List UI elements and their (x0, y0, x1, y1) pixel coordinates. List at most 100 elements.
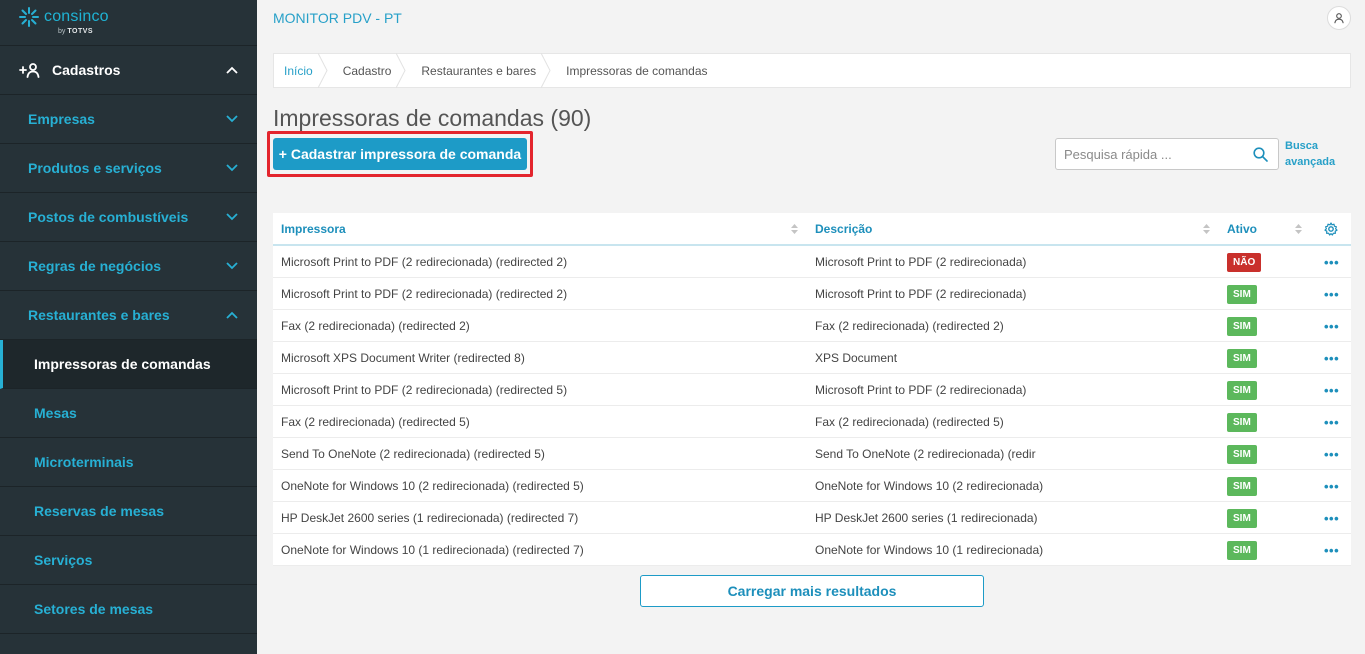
cell-description: Fax (2 redirecionada) (redirected 5) (815, 415, 1004, 429)
breadcrumb: Início Cadastro Restaurantes e bares Imp… (273, 53, 1351, 88)
chevron-up-icon (226, 66, 238, 74)
add-button-highlight: + Cadastrar impressora de comanda (267, 131, 533, 177)
table-row[interactable]: Fax (2 redirecionada) (redirected 5) Fax… (273, 406, 1351, 438)
table-row[interactable]: OneNote for Windows 10 (1 redirecionada)… (273, 534, 1351, 566)
cell-printer: Microsoft Print to PDF (2 redirecionada)… (281, 255, 568, 269)
sort-icon[interactable] (1203, 224, 1210, 234)
row-actions-button[interactable]: ••• (1324, 342, 1339, 374)
brand-name: consinco (44, 8, 109, 25)
row-actions-button[interactable]: ••• (1324, 534, 1339, 566)
breadcrumb-item-restaurantes-bares[interactable]: Restaurantes e bares (405, 53, 551, 88)
page-title: Impressoras de comandas (90) (273, 105, 592, 131)
cell-description: Send To OneNote (2 redirecionada) (redir (815, 447, 1036, 461)
table-row[interactable]: Microsoft XPS Document Writer (redirecte… (273, 342, 1351, 374)
status-badge: SIM (1227, 540, 1257, 560)
row-actions-button[interactable]: ••• (1324, 310, 1339, 342)
sidebar-subitem-label: Serviços (34, 552, 93, 568)
user-icon (1334, 13, 1344, 24)
sidebar-subitem-servicos[interactable]: Serviços (0, 536, 257, 585)
sidebar-item-regras-negocios[interactable]: Regras de negócios (0, 242, 257, 291)
add-printer-button[interactable]: + Cadastrar impressora de comanda (273, 138, 527, 170)
column-header-ativo[interactable]: Ativo (1227, 213, 1257, 244)
totvs-logo: TOTVS (67, 28, 94, 35)
cell-printer: Fax (2 redirecionada) (redirected 2) (281, 319, 470, 333)
cell-description: Microsoft Print to PDF (2 redirecionada) (815, 383, 1027, 397)
sort-icon[interactable] (791, 224, 798, 234)
status-badge: SIM (1227, 316, 1257, 336)
sidebar-subitem-label: Impressoras de comandas (34, 356, 211, 372)
search-input[interactable] (1056, 139, 1246, 169)
user-menu-button[interactable] (1327, 6, 1351, 30)
status-badge: SIM (1227, 444, 1257, 464)
gear-icon[interactable] (1324, 222, 1338, 236)
status-badge: SIM (1227, 348, 1257, 368)
cell-printer: Send To OneNote (2 redirecionada) (redir… (281, 447, 545, 461)
chevron-up-icon (226, 311, 238, 319)
status-badge: SIM (1227, 412, 1257, 432)
chevron-down-icon (226, 262, 238, 270)
column-header-descricao[interactable]: Descrição (815, 213, 872, 244)
sidebar-subitem-label: Mesas (34, 405, 77, 421)
cell-description: OneNote for Windows 10 (1 redirecionada) (815, 543, 1044, 557)
sidebar-item-produtos-servicos[interactable]: Produtos e serviços (0, 144, 257, 193)
table-row[interactable]: OneNote for Windows 10 (2 redirecionada)… (273, 470, 1351, 502)
load-more-button[interactable]: Carregar mais resultados (640, 575, 984, 607)
brand-by: by TOTVS (58, 28, 94, 35)
table-row[interactable]: Fax (2 redirecionada) (redirected 2) Fax… (273, 310, 1351, 342)
breadcrumb-item-inicio[interactable]: Início (274, 53, 328, 88)
sidebar-subitem-mesas[interactable]: Mesas (0, 389, 257, 438)
search-icon[interactable] (1253, 147, 1268, 162)
table-row[interactable]: HP DeskJet 2600 series (1 redirecionada)… (273, 502, 1351, 534)
sidebar: consinco by TOTVS Cadastros Empresas Pro… (0, 0, 257, 654)
row-actions-button[interactable]: ••• (1324, 374, 1339, 406)
sidebar-subitem-setores-mesas[interactable]: Setores de mesas (0, 585, 257, 634)
cell-description: Microsoft Print to PDF (2 redirecionada) (815, 255, 1027, 269)
row-actions-button[interactable]: ••• (1324, 278, 1339, 310)
sidebar-item-postos-combustiveis[interactable]: Postos de combustíveis (0, 193, 257, 242)
cell-description: XPS Document (815, 351, 898, 365)
cell-description: Fax (2 redirecionada) (redirected 2) (815, 319, 1004, 333)
cell-description: Microsoft Print to PDF (2 redirecionada) (815, 287, 1027, 301)
row-actions-button[interactable]: ••• (1324, 406, 1339, 438)
sidebar-item-restaurantes-bares[interactable]: Restaurantes e bares (0, 291, 257, 340)
table-row[interactable]: Microsoft Print to PDF (2 redirecionada)… (273, 246, 1351, 278)
status-badge: SIM (1227, 380, 1257, 400)
app-title: MONITOR PDV - PT (273, 10, 402, 26)
row-actions-button[interactable]: ••• (1324, 246, 1339, 278)
chevron-down-icon (226, 213, 238, 221)
status-badge: SIM (1227, 508, 1257, 528)
breadcrumb-item-current: Impressoras de comandas (566, 63, 708, 78)
row-actions-button[interactable]: ••• (1324, 470, 1339, 502)
status-badge: NÃO (1227, 252, 1262, 272)
table-row[interactable]: Send To OneNote (2 redirecionada) (redir… (273, 438, 1351, 470)
advanced-search-link[interactable]: Busca avançada (1285, 138, 1355, 170)
row-actions-button[interactable]: ••• (1324, 438, 1339, 470)
cell-description: HP DeskJet 2600 series (1 redirecionada) (815, 511, 1038, 525)
sidebar-item-empresas[interactable]: Empresas (0, 95, 257, 144)
sidebar-section-cadastros[interactable]: Cadastros (0, 46, 257, 95)
table-row[interactable]: Microsoft Print to PDF (2 redirecionada)… (273, 374, 1351, 406)
sidebar-subitem-impressoras-comandas[interactable]: Impressoras de comandas (0, 340, 257, 389)
breadcrumb-item-cadastro[interactable]: Cadastro (327, 53, 406, 88)
sidebar-subitem-reservas-mesas[interactable]: Reservas de mesas (0, 487, 257, 536)
chevron-down-icon (226, 164, 238, 172)
consinco-logo-icon (19, 7, 39, 27)
cell-printer: Microsoft Print to PDF (2 redirecionada)… (281, 383, 568, 397)
sidebar-subitem-microterminais[interactable]: Microterminais (0, 438, 257, 487)
cell-printer: Microsoft Print to PDF (2 redirecionada)… (281, 287, 568, 301)
sidebar-item-label: Produtos e serviços (28, 160, 162, 176)
column-header-impressora[interactable]: Impressora (281, 213, 346, 244)
sort-icon[interactable] (1295, 224, 1302, 234)
table-header: Impressora Descrição Ativo (273, 213, 1351, 246)
sidebar-item-label: Empresas (28, 111, 95, 127)
status-badge: SIM (1227, 476, 1257, 496)
sidebar-subitem-label: Microterminais (34, 454, 134, 470)
cell-printer: HP DeskJet 2600 series (1 redirecionada)… (281, 511, 579, 525)
cell-printer: Microsoft XPS Document Writer (redirecte… (281, 351, 525, 365)
sidebar-subitem-label: Setores de mesas (34, 601, 154, 617)
row-actions-button[interactable]: ••• (1324, 502, 1339, 534)
status-badge: SIM (1227, 284, 1257, 304)
table-row[interactable]: Microsoft Print to PDF (2 redirecionada)… (273, 278, 1351, 310)
logo[interactable]: consinco by TOTVS (0, 0, 257, 46)
cell-printer: Fax (2 redirecionada) (redirected 5) (281, 415, 470, 429)
